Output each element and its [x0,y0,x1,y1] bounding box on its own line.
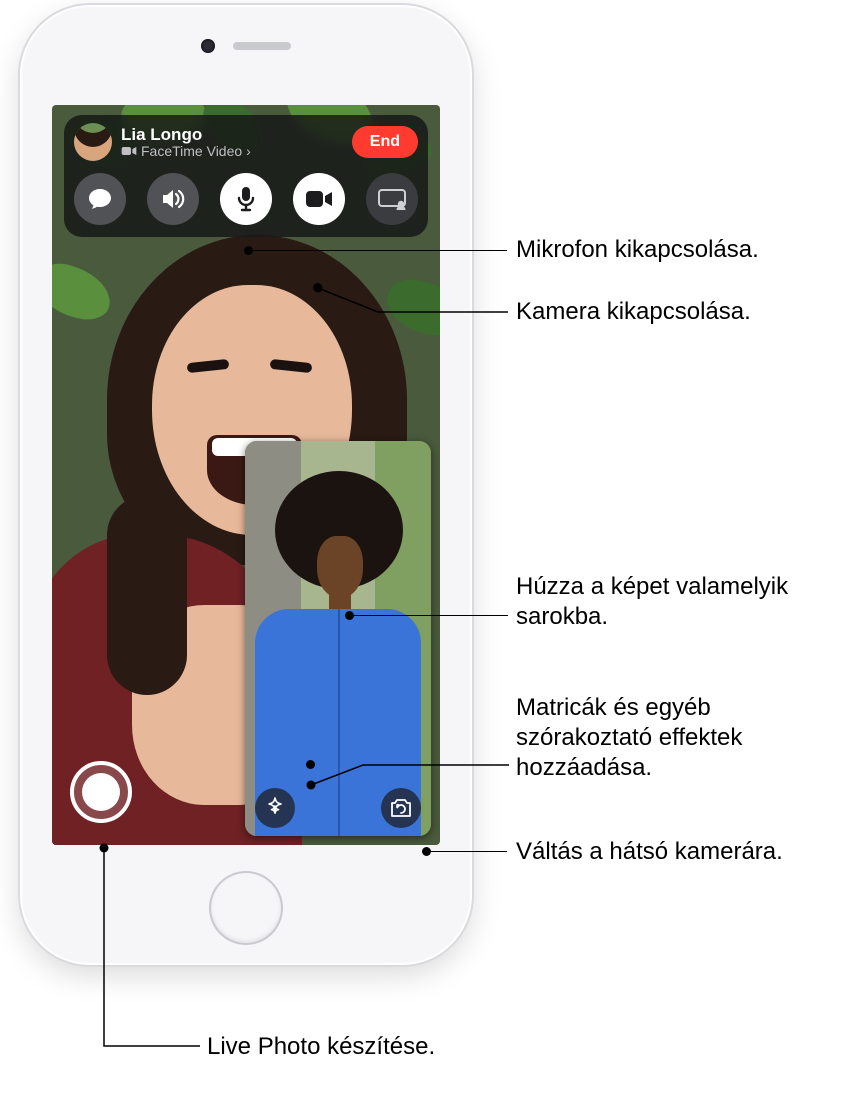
end-call-button[interactable]: End [352,126,418,158]
speaker-grill [233,42,291,50]
screen: Lia Longo FaceTime Video › End [52,105,440,845]
callout-mute-camera: Kamera kikapcsolása. [516,297,751,327]
messages-button[interactable] [74,173,126,225]
callout-effects: Matricák és egyéb szórakoztató effektek … [516,693,826,782]
shareplay-button[interactable] [366,173,418,225]
callout-flip-camera: Váltás a hátsó kamerára. [516,837,783,867]
earpiece [201,39,291,53]
message-icon [87,187,113,211]
speaker-button[interactable] [147,173,199,225]
chevron-right-icon: › [246,144,251,159]
device-frame: Lia Longo FaceTime Video › End [20,5,472,965]
caller-name: Lia Longo [121,126,343,144]
leader-line [350,615,508,616]
video-icon [305,189,333,209]
live-photo-button[interactable] [70,761,132,823]
mute-camera-button[interactable] [293,173,345,225]
callout-drag-pip: Húzza a képet valamelyik sarokba. [516,572,816,632]
effects-icon [263,796,287,820]
callout-live-photo: Live Photo készítése. [207,1032,435,1062]
front-camera-dot [201,39,215,53]
mic-icon [236,186,256,212]
flip-camera-button[interactable] [381,788,421,828]
leader-line [249,250,507,251]
call-controls-panel: Lia Longo FaceTime Video › End [64,115,428,237]
leader-line [427,851,507,852]
figure: Lia Longo FaceTime Video › End [0,0,846,1101]
call-subtitle[interactable]: FaceTime Video › [121,144,343,159]
flip-camera-icon [389,797,413,819]
call-header[interactable]: Lia Longo FaceTime Video › End [74,123,418,161]
speaker-icon [160,187,186,211]
mute-mic-button[interactable] [220,173,272,225]
video-icon [121,145,137,157]
avatar [74,123,112,161]
callout-mute-mic: Mikrofon kikapcsolása. [516,235,759,265]
effects-button[interactable] [255,788,295,828]
shareplay-icon [377,188,407,210]
leader-line [104,848,224,1068]
